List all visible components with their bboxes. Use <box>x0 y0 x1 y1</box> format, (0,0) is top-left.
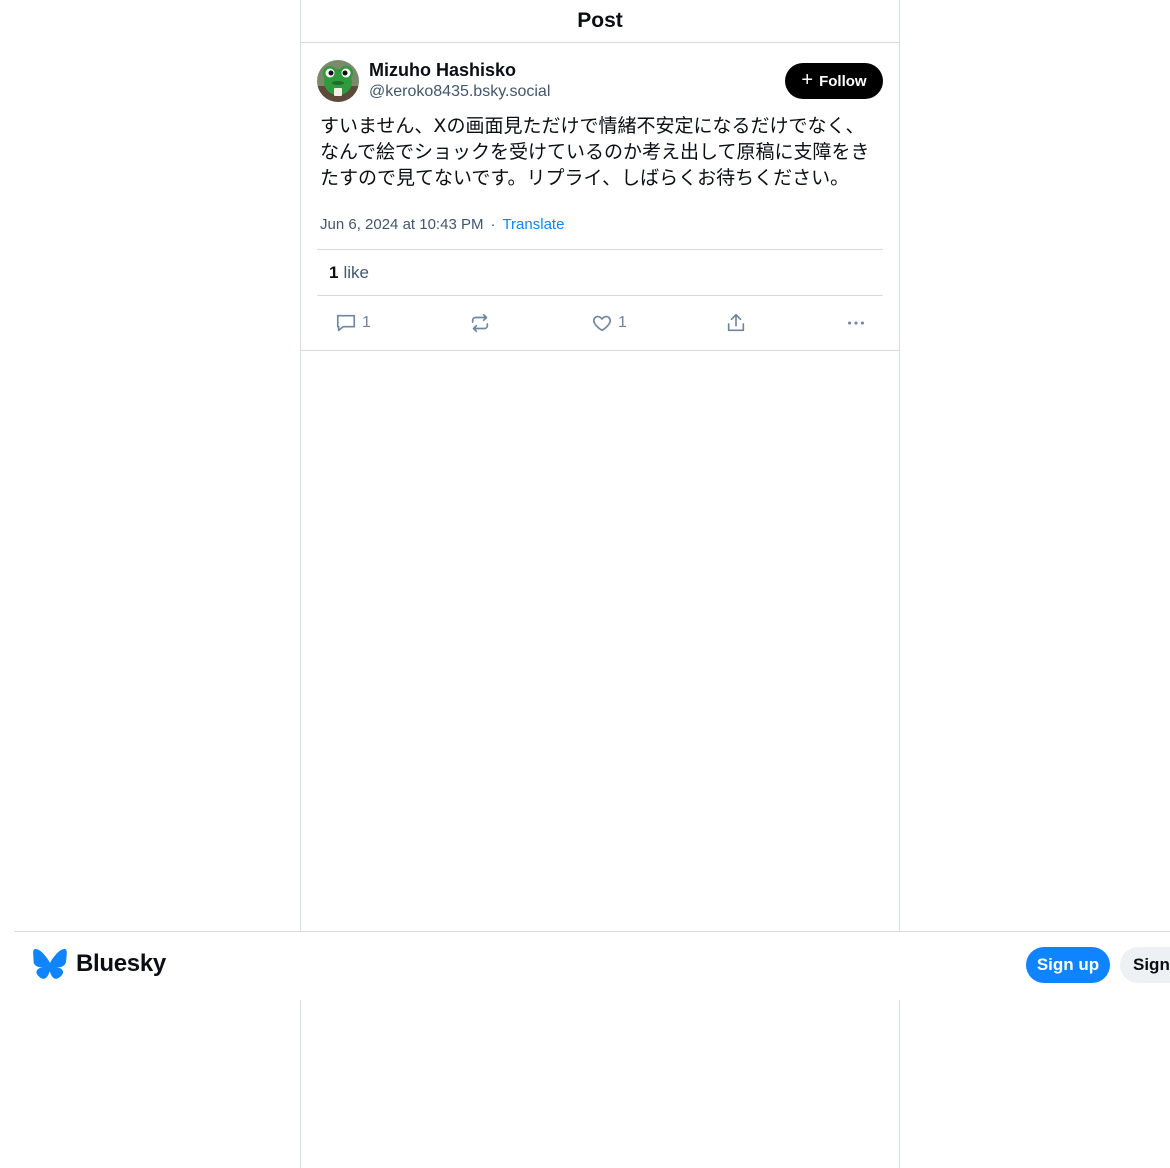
page-title: Post <box>577 9 623 32</box>
share-icon <box>727 313 745 332</box>
likes-count: 1 <box>329 262 339 282</box>
post: Mizuho Hashisko @keroko8435.bsky.social … <box>301 43 899 351</box>
ellipsis-icon <box>848 321 864 325</box>
like-count: 1 <box>618 314 627 331</box>
more-options-button[interactable] <box>845 312 867 334</box>
avatar[interactable] <box>317 60 359 102</box>
brand-name: Bluesky <box>76 950 166 977</box>
sign-up-button[interactable]: Sign up <box>1026 947 1110 983</box>
likes-label: like <box>343 262 369 282</box>
bottom-bar: Bluesky Sign up Sign in <box>14 931 1170 1000</box>
plus-icon: + <box>801 69 814 91</box>
follow-button[interactable]: + Follow <box>785 63 883 99</box>
author-name[interactable]: Mizuho Hashisko <box>369 59 785 81</box>
repost-button[interactable] <box>469 312 491 334</box>
repost-icon <box>471 313 489 333</box>
post-header: Mizuho Hashisko @keroko8435.bsky.social … <box>317 59 883 103</box>
meta-separator: · <box>490 215 496 233</box>
author-handle[interactable]: @keroko8435.bsky.social <box>369 81 785 103</box>
reply-button[interactable]: 1 <box>335 312 371 334</box>
likes-summary[interactable]: 1 like <box>317 250 883 296</box>
like-button[interactable]: 1 <box>591 312 627 334</box>
page-header: Post <box>301 0 899 43</box>
bluesky-logo[interactable]: Bluesky <box>33 949 166 979</box>
post-actions: 1 1 <box>317 296 883 350</box>
sign-in-button[interactable]: Sign in <box>1120 947 1170 983</box>
avatar-image <box>317 60 359 102</box>
share-button[interactable] <box>725 312 747 334</box>
post-text: すいません、Xの画面見ただけで情緒不安定になるだけでなく、なんで絵でショックを受… <box>320 115 870 189</box>
post-meta: Jun 6, 2024 at 10:43 PM · Translate <box>317 209 883 250</box>
page: Post Mizuho Hashisko @keroko8435.bsky.so… <box>0 0 1170 1168</box>
author-info: Mizuho Hashisko @keroko8435.bsky.social <box>369 59 785 103</box>
translate-link[interactable]: Translate <box>502 216 564 233</box>
reply-icon <box>336 314 356 332</box>
follow-label: Follow <box>819 72 867 90</box>
butterfly-icon <box>33 949 67 979</box>
post-timestamp[interactable]: Jun 6, 2024 at 10:43 PM <box>320 216 483 233</box>
reply-count: 1 <box>362 314 371 331</box>
heart-icon <box>592 315 612 332</box>
